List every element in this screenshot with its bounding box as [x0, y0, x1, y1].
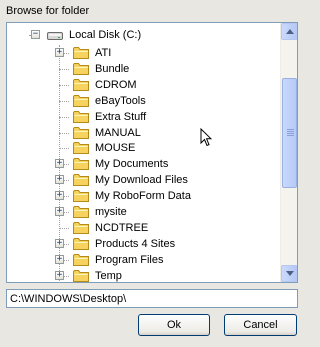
tree-guide-line [59, 69, 69, 70]
tree-folder-label: ATI [95, 47, 112, 59]
drive-icon [47, 32, 63, 40]
folder-icon [73, 142, 89, 154]
tree-folder-label: Bundle [95, 63, 130, 75]
tree-guide-line [59, 133, 69, 134]
arrow-down-icon [285, 271, 294, 276]
tree-folder-label: My RoboForm Data [95, 190, 191, 202]
tree-guide-line [59, 85, 69, 86]
folder-icon [73, 95, 89, 107]
tree-folder-label: My Download Files [95, 174, 188, 186]
tree-root-label: Local Disk (C:) [69, 29, 142, 41]
arrow-up-icon [285, 29, 294, 34]
scroll-down-button[interactable] [281, 265, 297, 282]
cancel-button[interactable]: Cancel [224, 314, 297, 336]
folder-icon [73, 238, 89, 250]
expand-icon[interactable]: + [55, 48, 64, 57]
vertical-scrollbar[interactable] [280, 23, 297, 282]
mouse-pointer-icon [200, 128, 212, 147]
folder-icon [73, 47, 89, 59]
tree-folder-label: eBayTools [95, 95, 146, 107]
tree-folder-label: Temp [95, 270, 122, 282]
folder-path-input[interactable] [6, 289, 298, 308]
folder-icon [73, 79, 89, 91]
expand-icon[interactable]: + [55, 175, 64, 184]
folder-icon [73, 190, 89, 202]
expand-icon[interactable]: + [55, 207, 64, 216]
folder-icon [73, 206, 89, 218]
folder-icon [73, 254, 89, 266]
tree-folder-label: mysite [95, 206, 127, 218]
expand-icon[interactable]: + [55, 191, 64, 200]
tree-guide-line [59, 101, 69, 102]
ok-button[interactable]: Ok [138, 314, 210, 336]
folder-tree[interactable]: − Local Disk (C:) + ATI Bundle CDROM eBayToo… [6, 22, 298, 283]
tree-guide-line [59, 117, 69, 118]
folder-tree-content: − Local Disk (C:) + ATI Bundle CDROM eBayToo… [7, 23, 280, 282]
scroll-thumb[interactable] [282, 78, 297, 188]
folder-icon [73, 111, 89, 123]
tree-folder-label: Program Files [95, 254, 164, 266]
tree-folder-item[interactable]: + Temp [7, 267, 280, 282]
expand-icon[interactable]: + [55, 159, 64, 168]
tree-folder-label: Extra Stuff [95, 111, 147, 123]
folder-icon [73, 270, 89, 282]
expand-icon[interactable]: + [55, 255, 64, 264]
tree-folder-label: My Documents [95, 158, 169, 170]
expand-icon[interactable]: + [55, 239, 64, 248]
tree-folder-label: Products 4 Sites [95, 238, 176, 250]
tree-guide-line [59, 228, 69, 229]
tree-root-local-disk[interactable]: − Local Disk (C:) [7, 26, 280, 44]
tree-folder-label: CDROM [95, 79, 137, 91]
scroll-up-button[interactable] [281, 23, 297, 40]
tree-folder-label: NCDTREE [95, 222, 149, 234]
collapse-icon[interactable]: − [31, 30, 40, 39]
tree-guide-line [59, 148, 69, 149]
folder-icon [73, 174, 89, 186]
folder-icon [73, 127, 89, 139]
folder-icon [73, 63, 89, 75]
folder-icon [73, 158, 89, 170]
dialog-title: Browse for folder [6, 5, 90, 17]
expand-icon[interactable]: + [55, 271, 64, 280]
folder-icon [73, 222, 89, 234]
tree-folder-label: MOUSE [95, 142, 136, 154]
